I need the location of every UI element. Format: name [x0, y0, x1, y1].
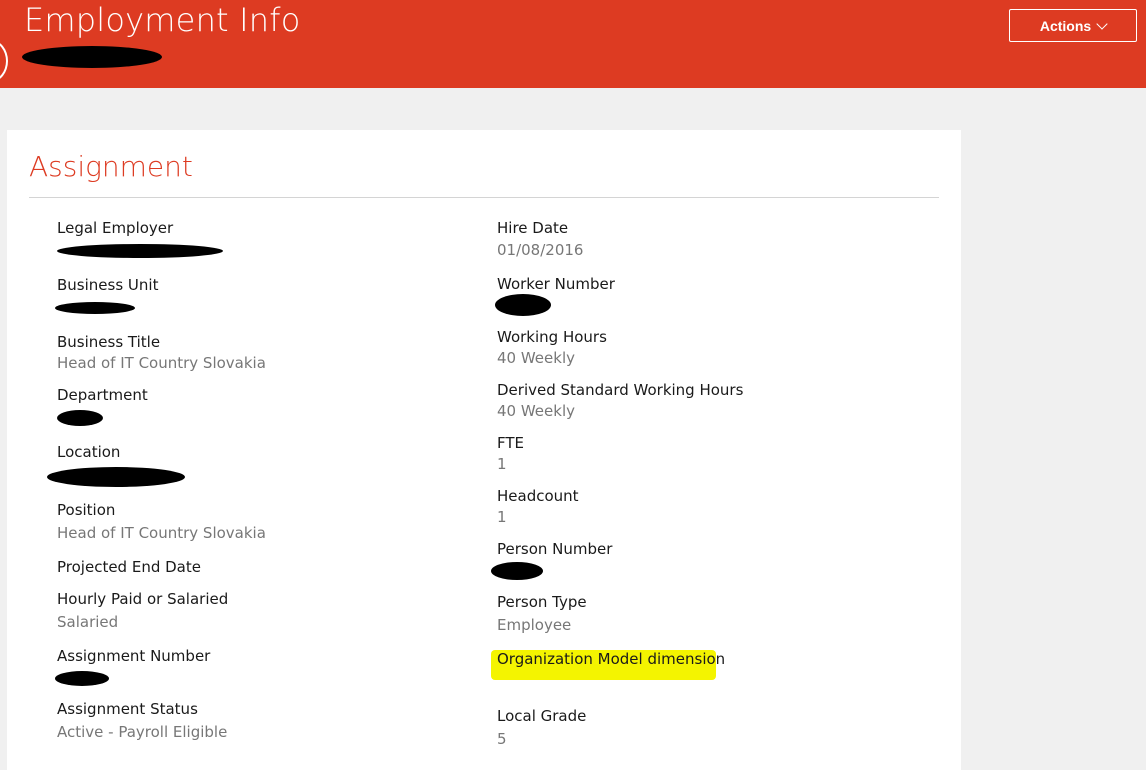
field-label-working-hours: Working Hours — [497, 328, 607, 346]
field-value-working-hours: 40 Weekly — [497, 349, 575, 367]
field-value-position: Head of IT Country Slovakia — [57, 524, 266, 542]
field-label-assignment-status: Assignment Status — [57, 700, 198, 718]
side-panel-background — [961, 88, 1146, 758]
field-value-hire-date: 01/08/2016 — [497, 241, 584, 259]
field-label-local-grade: Local Grade — [497, 707, 587, 725]
field-value-person-type: Employee — [497, 616, 572, 634]
field-value-business-title: Head of IT Country Slovakia — [57, 354, 266, 372]
redacted-business-unit — [55, 302, 135, 314]
actions-button[interactable]: Actions — [1009, 9, 1137, 42]
page-header: Employment Info Actions — [0, 0, 1146, 88]
redacted-legal-employer — [57, 244, 223, 258]
field-label-hire-date: Hire Date — [497, 219, 569, 237]
field-label-position: Position — [57, 501, 116, 519]
field-label-headcount: Headcount — [497, 487, 579, 505]
redacted-location — [47, 467, 185, 487]
avatar[interactable] — [0, 40, 8, 82]
field-value-local-grade: 5 — [497, 730, 507, 748]
field-label-legal-employer: Legal Employer — [57, 219, 174, 237]
field-label-hourly-paid-or-salaried: Hourly Paid or Salaried — [57, 590, 229, 608]
field-label-assignment-number: Assignment Number — [57, 647, 211, 665]
field-label-business-title: Business Title — [57, 333, 161, 351]
field-value-hourly-paid-or-salaried: Salaried — [57, 613, 119, 631]
section-title: Assignment — [29, 150, 193, 183]
field-value-assignment-status: Active - Payroll Eligible — [57, 723, 228, 741]
field-label-department: Department — [57, 386, 148, 404]
field-label-derived-standard-working-hours: Derived Standard Working Hours — [497, 381, 744, 399]
field-label-worker-number: Worker Number — [497, 275, 615, 293]
section-divider — [29, 197, 939, 198]
field-value-derived-standard-working-hours: 40 Weekly — [497, 402, 575, 420]
redacted-employee-name — [22, 46, 162, 68]
actions-button-label: Actions — [1039, 17, 1092, 34]
field-label-person-number: Person Number — [497, 540, 613, 558]
page-title: Employment Info — [24, 1, 301, 39]
field-label-fte: FTE — [497, 434, 525, 452]
field-label-projected-end-date: Projected End Date — [57, 558, 201, 576]
redacted-worker-number — [495, 294, 551, 316]
field-value-fte: 1 — [497, 455, 507, 473]
field-label-business-unit: Business Unit — [57, 276, 159, 294]
assignment-card: Assignment Legal Employer Business Unit … — [7, 130, 961, 770]
field-label-location: Location — [57, 443, 121, 461]
field-label-person-type: Person Type — [497, 593, 587, 611]
chevron-down-icon — [1096, 17, 1108, 30]
field-value-headcount: 1 — [497, 508, 507, 526]
field-label-organization-model-dimension: Organization Model dimension — [497, 650, 726, 668]
redacted-person-number — [491, 562, 543, 580]
redacted-department — [57, 410, 103, 426]
redacted-assignment-number — [55, 671, 109, 686]
